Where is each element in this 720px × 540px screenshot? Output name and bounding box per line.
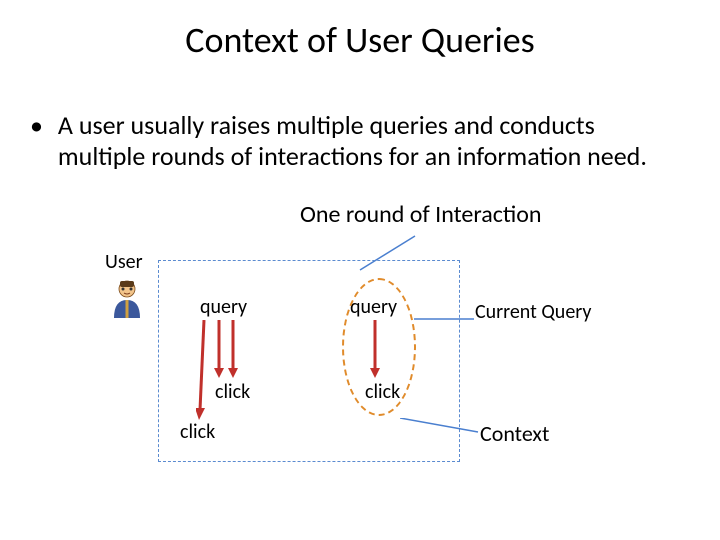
current-query-label: Current Query bbox=[475, 300, 591, 324]
current-query-ellipse bbox=[342, 278, 416, 416]
arrow-icon bbox=[228, 320, 238, 383]
slide-title: Context of User Queries bbox=[0, 18, 720, 62]
context-label: Context bbox=[480, 420, 549, 447]
user-avatar-icon bbox=[110, 278, 144, 323]
arrow-icon bbox=[196, 320, 208, 425]
slide: Context of User Queries • A user usually… bbox=[0, 0, 720, 540]
context-pointer-line bbox=[400, 418, 480, 443]
bullet-item: • A user usually raises multiple queries… bbox=[30, 110, 690, 171]
current-query-pointer-line bbox=[414, 310, 476, 329]
bullet-text: A user usually raises multiple queries a… bbox=[58, 110, 688, 171]
user-label: User bbox=[105, 250, 143, 274]
round-of-interaction-label: One round of Interaction bbox=[300, 200, 541, 229]
query-label-1: query bbox=[200, 295, 247, 319]
bullet-dot-icon: • bbox=[30, 110, 52, 141]
arrow-icon bbox=[214, 320, 224, 383]
click-label-1: click bbox=[215, 380, 250, 404]
